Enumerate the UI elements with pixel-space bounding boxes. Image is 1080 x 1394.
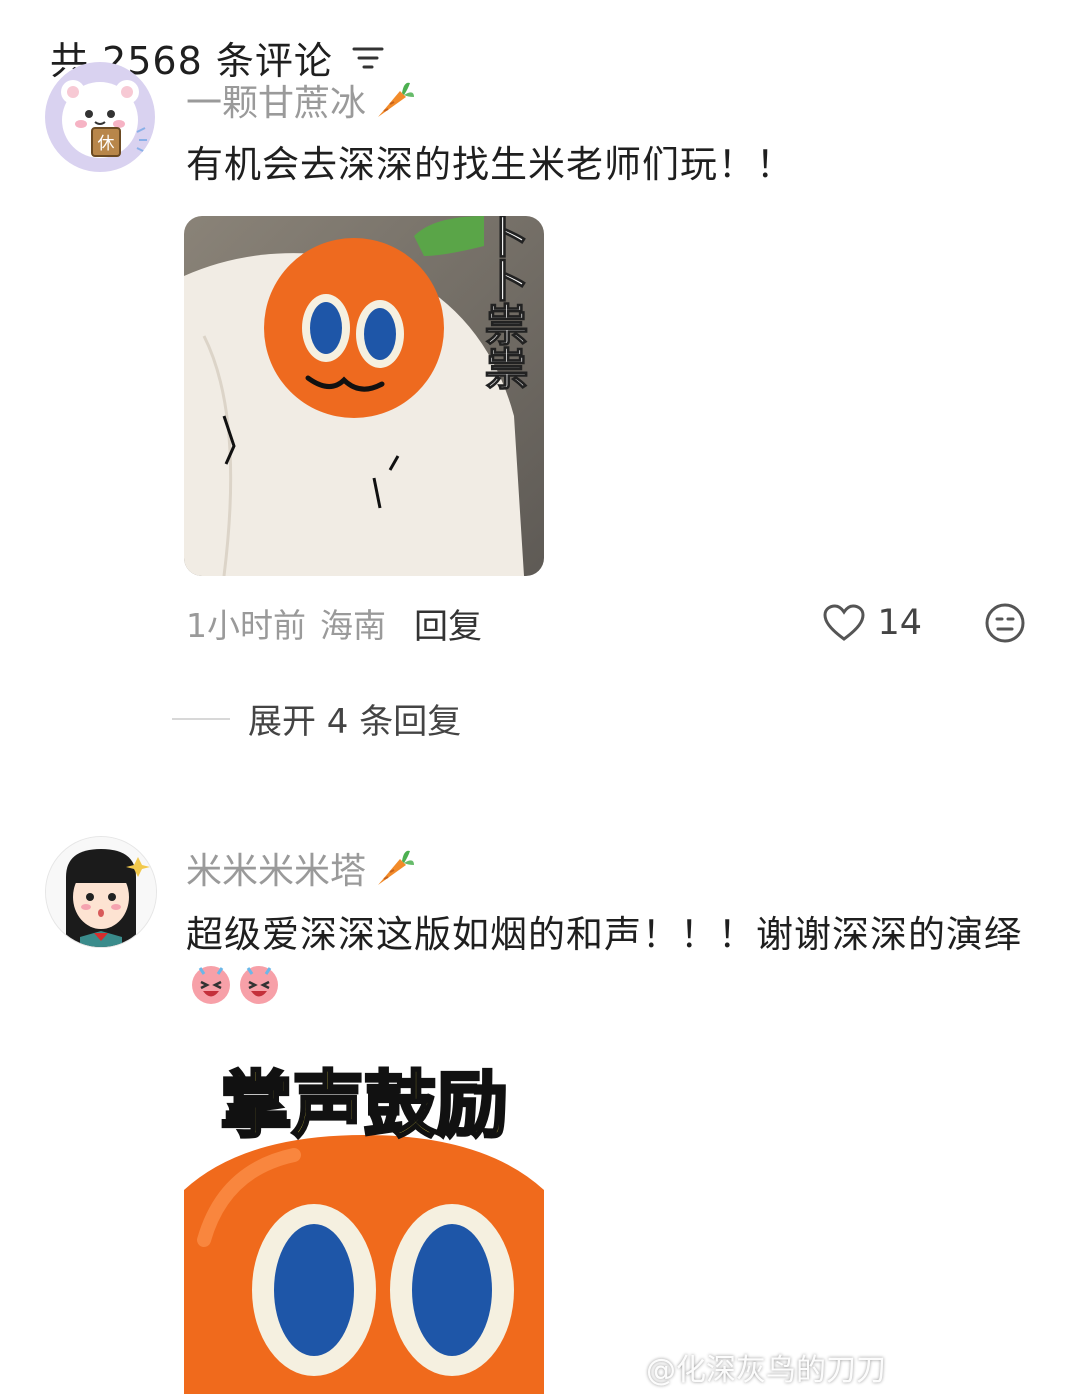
divider-line — [172, 717, 230, 720]
laughing-emoji-icon — [192, 966, 230, 1004]
username[interactable]: 一颗甘蔗冰 — [186, 74, 416, 126]
comment-image[interactable]: 卜卜祟祟 — [184, 216, 544, 576]
watermark-text: @化深灰鸟的刀刀 — [646, 1353, 886, 1388]
image-caption-2: 掌声鼓励 — [220, 1063, 508, 1147]
avatar-badge-text: 休 — [98, 134, 115, 154]
filter-icon[interactable] — [351, 43, 385, 73]
comment-text: 超级爱深深这版如烟的和声！！！谢谢深深的演绎 — [186, 910, 1036, 1011]
watermark: @化深灰鸟的刀刀 — [600, 1345, 886, 1389]
username[interactable]: 米米米米塔 — [186, 842, 416, 894]
expand-replies[interactable]: 展开 4 条回复 — [172, 694, 461, 743]
comment-text: 有机会去深深的找生米老师们玩！！ — [186, 143, 794, 186]
username-label: 米米米米塔 — [186, 851, 367, 892]
laughing-emoji-icon — [240, 966, 278, 1004]
avatar[interactable]: 休 — [45, 62, 155, 172]
weibo-icon — [600, 1353, 639, 1383]
comment-time: 1小时前 — [186, 606, 306, 645]
comment-text-body: 超级爱深深这版如烟的和声！！！谢谢深深的演绎 — [186, 913, 1022, 956]
like-button[interactable]: 14 — [823, 603, 922, 643]
reply-button[interactable]: 回复 — [414, 599, 482, 648]
emoji-react-icon[interactable] — [984, 602, 1026, 644]
expand-replies-label: 展开 4 条回复 — [248, 702, 462, 742]
image-caption-1: 卜卜祟祟 — [477, 216, 528, 390]
comment-meta: 1小时前 海南 回复 14 — [186, 598, 1026, 648]
username-label: 一颗甘蔗冰 — [186, 83, 367, 124]
avatar[interactable] — [45, 836, 157, 948]
carrot-icon — [378, 82, 415, 117]
like-count: 14 — [877, 603, 922, 643]
carrot-icon — [378, 850, 415, 885]
comment-image[interactable]: 掌声鼓励 — [184, 1040, 544, 1394]
heart-icon — [823, 604, 865, 641]
comment-location: 海南 — [320, 606, 386, 645]
